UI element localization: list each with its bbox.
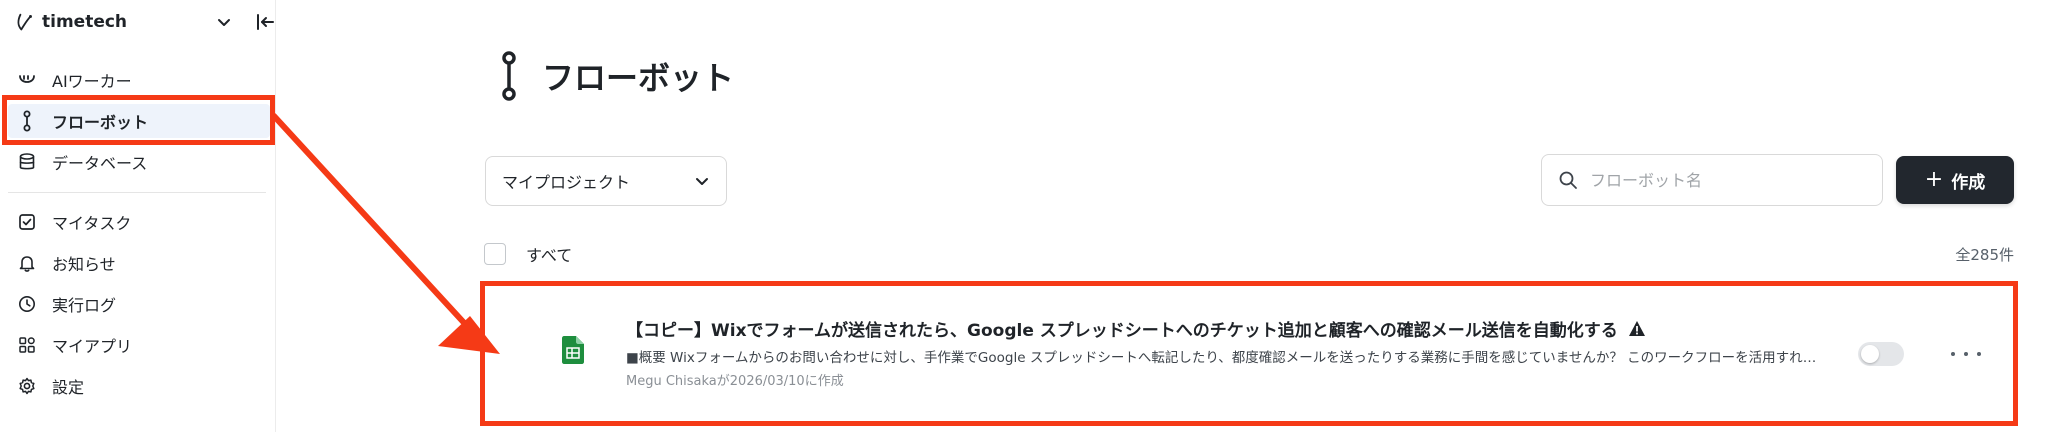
sidebar-item-label: マイアプリ	[52, 337, 133, 356]
sidebar-item-label: お知らせ	[52, 255, 116, 274]
plus-icon: +	[1924, 167, 1944, 192]
workspace-name: timetech	[42, 12, 128, 32]
sidebar-item-label: 設定	[52, 378, 85, 397]
highlight-box-card	[480, 281, 2018, 426]
timetech-logo-icon	[17, 13, 32, 31]
sidebar-item-my-apps[interactable]: マイアプリ	[8, 328, 270, 362]
select-all-row: すべて 全285件	[484, 241, 2014, 267]
project-select-value: マイプロジェクト	[502, 173, 631, 192]
search-input[interactable]	[1590, 170, 1870, 190]
collapse-sidebar-icon[interactable]	[254, 11, 276, 33]
search-box[interactable]	[1541, 154, 1883, 206]
create-button[interactable]: + 作成	[1896, 156, 2014, 204]
page-header: フローボット	[496, 51, 735, 101]
apps-icon	[16, 334, 38, 356]
page-title: フローボット	[542, 59, 735, 97]
sidebar-divider	[8, 192, 266, 193]
sidebar-item-database[interactable]: データベース	[8, 145, 270, 179]
bell-icon	[16, 252, 38, 274]
database-icon	[16, 151, 38, 173]
sidebar-item-notifications[interactable]: お知らせ	[8, 246, 270, 280]
search-icon	[1559, 171, 1577, 189]
workspace-switcher[interactable]: timetech	[14, 8, 274, 36]
total-count: 全285件	[1955, 246, 2014, 264]
chevron-down-icon[interactable]	[214, 12, 234, 32]
gear-icon	[16, 375, 38, 397]
select-all-checkbox[interactable]	[484, 243, 506, 265]
create-button-label: 作成	[1951, 172, 1986, 193]
sidebar: timetech AIワーカー フローボット データベース マイタスク お知らせ…	[0, 0, 276, 432]
select-all-label: すべて	[526, 246, 573, 265]
sidebar-item-label: 実行ログ	[52, 296, 117, 315]
chevron-down-icon	[696, 178, 708, 185]
sidebar-item-label: データベース	[52, 154, 148, 173]
ai-worker-icon	[16, 69, 38, 91]
sidebar-item-execution-log[interactable]: 実行ログ	[8, 287, 270, 321]
sidebar-item-ai-worker[interactable]: AIワーカー	[8, 63, 270, 97]
flowbot-icon	[502, 51, 516, 101]
highlight-box-sidebar	[2, 95, 275, 145]
sidebar-item-label: マイタスク	[52, 214, 132, 233]
project-select[interactable]: マイプロジェクト	[485, 156, 727, 206]
sidebar-item-my-tasks[interactable]: マイタスク	[8, 205, 270, 239]
sidebar-item-label: AIワーカー	[52, 72, 132, 91]
sidebar-item-settings[interactable]: 設定	[8, 369, 270, 403]
clock-icon	[16, 293, 38, 315]
task-checkbox-icon	[16, 211, 38, 233]
